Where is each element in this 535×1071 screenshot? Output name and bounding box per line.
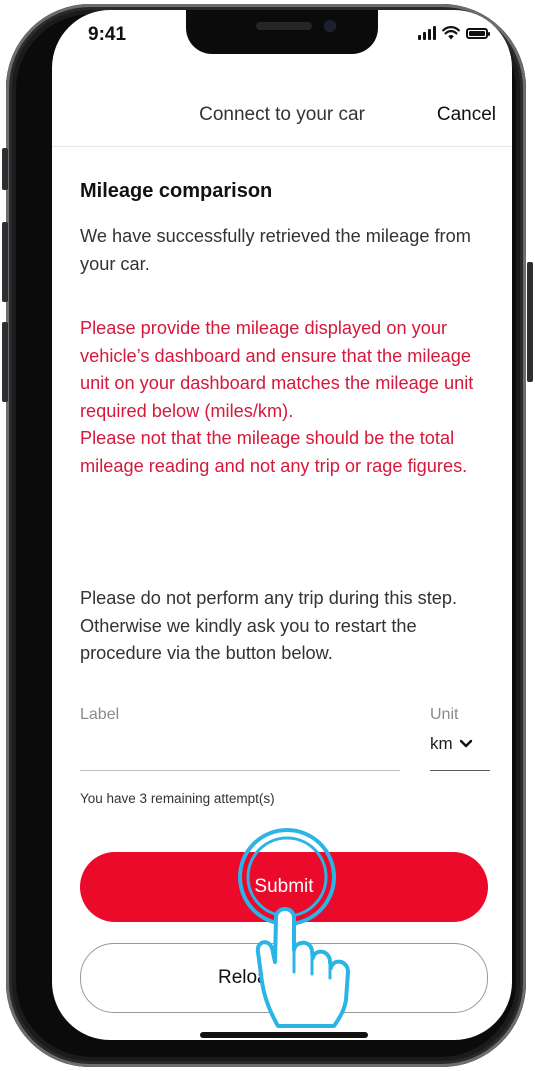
camera: [324, 20, 336, 32]
notch: [186, 10, 378, 54]
wifi-icon: [442, 26, 460, 40]
chevron-down-icon: [459, 739, 472, 748]
unit-select[interactable]: km: [430, 734, 490, 754]
warning-text-total: Please not that the mileage should be th…: [80, 428, 468, 476]
note-text: Please do not perform any trip during th…: [80, 588, 458, 663]
attempts-text: You have 3 remaining attempt(s): [80, 791, 275, 806]
reload-mileage-button[interactable]: Reload mileage: [80, 943, 488, 1013]
mute-switch: [2, 148, 8, 190]
signal-icon: [418, 26, 436, 40]
battery-icon: [466, 27, 490, 39]
status-time: 9:41: [88, 24, 127, 45]
volume-down-button: [2, 322, 8, 402]
speaker: [256, 22, 312, 30]
submit-button[interactable]: Submit: [80, 852, 488, 922]
unit-label: Unit: [430, 706, 459, 723]
mileage-input[interactable]: [80, 770, 400, 771]
reload-label: Reload mileage: [217, 967, 351, 988]
header-divider: [52, 146, 512, 147]
power-button: [527, 262, 533, 382]
warning-text-unit: Please provide the mileage displayed on …: [80, 318, 474, 421]
status-icons: [418, 26, 490, 40]
unit-value: km: [430, 734, 453, 753]
intro-text: We have successfully retrieved the milea…: [80, 226, 471, 274]
home-indicator: [200, 1032, 368, 1038]
cancel-button[interactable]: Cancel: [437, 104, 496, 126]
mileage-field-label: Label: [80, 706, 120, 723]
app-screen: 9:41 Connect to your car Cancel Mileage …: [52, 10, 512, 1040]
volume-up-button: [2, 222, 8, 302]
unit-underline: [430, 770, 490, 771]
section-title: Mileage comparison: [80, 180, 273, 202]
warning-text: Please provide the mileage displayed on …: [80, 315, 494, 480]
submit-label: Submit: [254, 876, 314, 897]
